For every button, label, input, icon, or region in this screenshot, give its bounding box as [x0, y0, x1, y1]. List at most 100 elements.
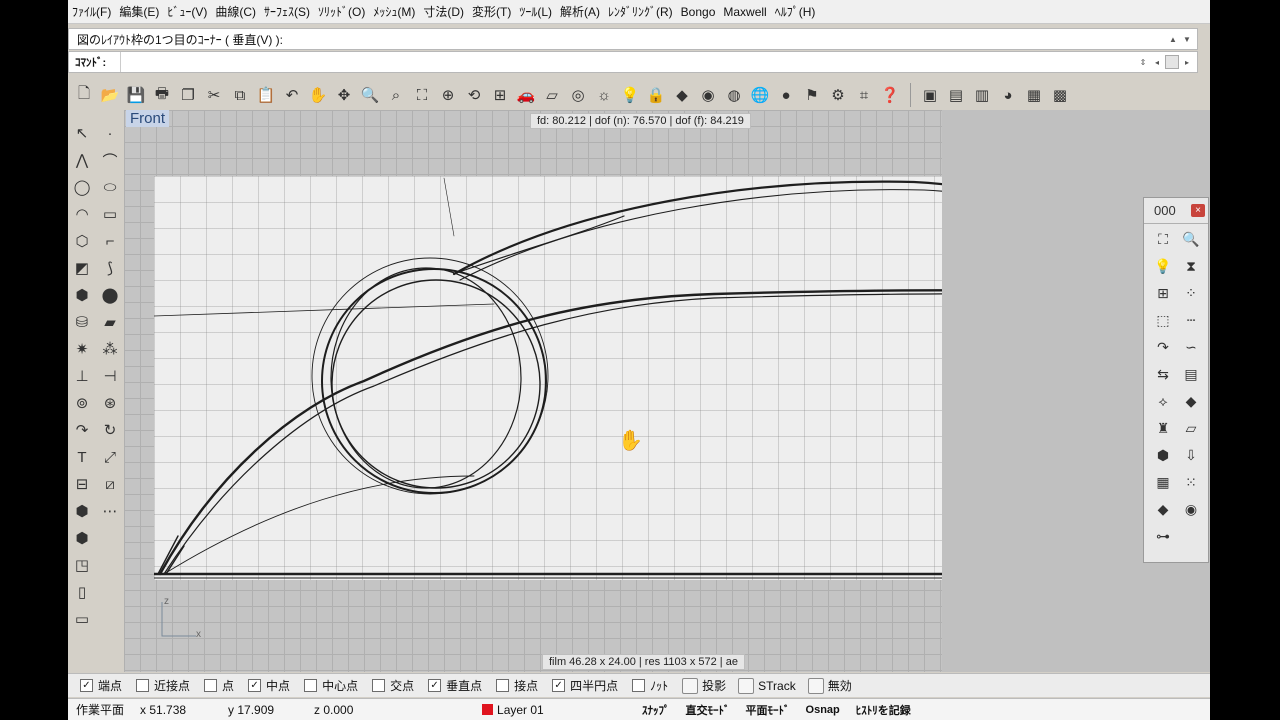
status-cplane[interactable]: 作業平面	[68, 701, 132, 718]
menu-help[interactable]: ﾍﾙﾌﾟ(H)	[771, 3, 820, 20]
array-icon[interactable]: ⁂	[96, 337, 124, 361]
film-icon[interactable]: ▥	[970, 83, 994, 107]
osnap-perpendicular[interactable]: ✓ 垂直点	[428, 677, 482, 694]
planar-button[interactable]: 平面ﾓｰﾄﾞ	[738, 702, 798, 718]
osnap-tangent[interactable]: 接点	[496, 677, 538, 694]
menu-mesh[interactable]: ﾒｯｼｭ(M)	[369, 3, 419, 20]
rotate-view-icon[interactable]: ✥	[332, 83, 356, 107]
zoom-icon[interactable]: 🔍	[358, 83, 382, 107]
four-view-icon[interactable]: ⊞	[488, 83, 512, 107]
osnap-checkbox[interactable]: ✓	[80, 679, 93, 692]
toggle-box[interactable]	[738, 677, 755, 694]
undo-icon[interactable]: ↶	[280, 83, 304, 107]
camera-icon[interactable]: ◕	[996, 83, 1020, 107]
offset-icon[interactable]: ↻	[96, 418, 124, 442]
fillet-icon[interactable]: ⌐	[96, 229, 124, 253]
zoom-icon[interactable]: 🔍	[1177, 227, 1205, 251]
explode-icon[interactable]: ✷	[68, 337, 96, 361]
cut-icon[interactable]: ✂	[202, 83, 226, 107]
menu-solid[interactable]: ｿﾘｯﾄﾞ(O)	[314, 3, 369, 20]
strack-toggle[interactable]: STrack	[738, 677, 796, 694]
toggle-box[interactable]	[807, 677, 824, 694]
box-icon[interactable]: ▤	[1177, 362, 1205, 386]
trim-icon[interactable]: ⊥	[68, 364, 96, 388]
project-toggle[interactable]: 投影	[682, 677, 726, 694]
command-scrollbar[interactable]: ⇕ ◂ ▸	[1137, 52, 1193, 72]
osnap-checkbox[interactable]	[496, 679, 510, 692]
dash-line-icon[interactable]: ┄	[1177, 308, 1205, 332]
menu-transform[interactable]: 変形(T)	[468, 3, 515, 20]
osnap-checkbox[interactable]	[632, 679, 646, 692]
osnap-intersection[interactable]: 交点	[372, 677, 414, 694]
print-icon[interactable]: 🖶	[150, 83, 174, 107]
layer-icon[interactable]: ◆	[670, 83, 694, 107]
mirror-icon[interactable]: ⧗	[1177, 254, 1205, 278]
group-icon[interactable]: ⊚	[68, 391, 96, 415]
menu-file[interactable]: ﾌｧｲﾙ(F)	[68, 3, 115, 20]
osnap-end[interactable]: ✓ 端点	[80, 677, 122, 694]
sphere-wire-icon[interactable]: ◍	[722, 83, 746, 107]
menu-analyze[interactable]: 解析(A)	[556, 3, 604, 20]
split-icon[interactable]: ⊣	[96, 364, 124, 388]
rotate-icon[interactable]: ⟲	[462, 83, 486, 107]
polygon-icon[interactable]: ⬡	[68, 229, 96, 253]
render-icon[interactable]: ▣	[918, 83, 942, 107]
points-icon[interactable]: ⁘	[1177, 281, 1205, 305]
menu-render[interactable]: ﾚﾝﾀﾞﾘﾝｸﾞ(R)	[604, 3, 677, 20]
person-icon[interactable]: ♜	[1149, 416, 1177, 440]
osnap-mid[interactable]: ✓ 中点	[248, 677, 290, 694]
script-icon[interactable]: ⌗	[852, 83, 876, 107]
text-icon[interactable]: T	[68, 445, 96, 469]
rectangle-icon[interactable]: ⬚	[1149, 308, 1177, 332]
color-wheel-icon[interactable]: ◉	[696, 83, 720, 107]
globe-icon[interactable]: 🌐	[748, 83, 772, 107]
viewport-title[interactable]: Front	[126, 110, 170, 127]
settings-icon[interactable]: ⚙	[826, 83, 850, 107]
import-icon[interactable]: ❐	[176, 83, 200, 107]
snap-button[interactable]: ｽﾅｯﾌﾟ	[634, 702, 678, 718]
plane-surface-icon[interactable]: ▰	[96, 310, 124, 334]
display-icon[interactable]: ▯	[68, 580, 96, 604]
close-icon[interactable]: ×	[1191, 204, 1205, 217]
sphere-icon[interactable]: ⬤	[96, 283, 124, 307]
osnap-checkbox[interactable]: ✓	[248, 679, 262, 692]
menu-bongo[interactable]: Bongo	[677, 5, 720, 19]
scroll-up-icon[interactable]: ▲	[1167, 32, 1179, 46]
osnap-checkbox[interactable]	[304, 679, 318, 692]
menu-surface[interactable]: ｻｰﾌｪｽ(S)	[260, 3, 314, 20]
record-history-button[interactable]: ﾋｽﾄﾘを記録	[848, 702, 919, 718]
cube-icon[interactable]: ⬢	[1149, 443, 1177, 467]
transform-icon[interactable]: ⊛	[96, 391, 124, 415]
zoom-extents-icon[interactable]: ⛶	[410, 83, 434, 107]
layer-icon[interactable]: ◆	[1149, 497, 1177, 521]
scroll-left-icon[interactable]: ◂	[1151, 55, 1163, 69]
bulb-icon[interactable]: 💡	[618, 83, 642, 107]
circle-icon[interactable]: ◯	[68, 175, 96, 199]
dimension-icon[interactable]: ⊟	[68, 472, 96, 496]
menu-view[interactable]: ﾋﾞｭｰ(V)	[163, 3, 211, 20]
plane-icon[interactable]: ▱	[1177, 416, 1205, 440]
scroll-thumb[interactable]	[1165, 55, 1179, 69]
pan-icon[interactable]: ✋	[306, 83, 330, 107]
materials-icon[interactable]: ▤	[944, 83, 968, 107]
command-input[interactable]	[121, 52, 1197, 72]
render-window-icon[interactable]: ▦	[1022, 83, 1046, 107]
osnap-checkbox[interactable]	[204, 679, 218, 692]
blend-icon[interactable]: ∽	[1177, 335, 1205, 359]
flip-icon[interactable]: ⇆	[1149, 362, 1177, 386]
curve-icon[interactable]: ↷	[1149, 335, 1177, 359]
help-icon[interactable]: ❓	[878, 83, 902, 107]
status-layer[interactable]: Layer 01	[474, 703, 634, 717]
open-icon[interactable]: 📂	[98, 83, 122, 107]
curve-icon[interactable]: ⌒	[96, 148, 124, 172]
mirror-icon[interactable]: ⧄	[96, 472, 124, 496]
layout-icon[interactable]	[96, 526, 124, 550]
front-viewport[interactable]: Front fd: 80.212 | dof (n): 76.570 | dof…	[124, 110, 942, 672]
save-icon[interactable]: 💾	[124, 83, 148, 107]
toggle-box[interactable]	[682, 677, 699, 694]
array-icon[interactable]: ⊞	[1149, 281, 1177, 305]
scroll-right-icon[interactable]: ▸	[1181, 55, 1193, 69]
plane-icon[interactable]: ▱	[540, 83, 564, 107]
target-icon[interactable]: ◎	[566, 83, 590, 107]
osnap-checkbox[interactable]	[372, 679, 386, 692]
